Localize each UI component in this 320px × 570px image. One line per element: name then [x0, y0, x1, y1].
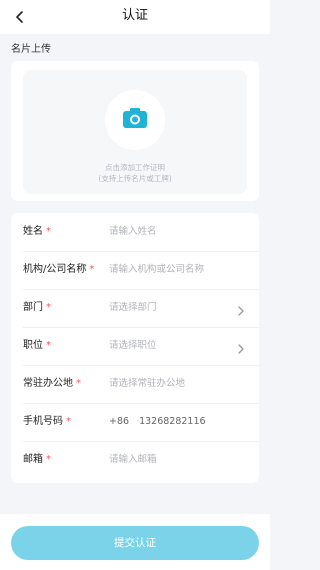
field-department[interactable]: 部门 * 请选择部门 [11, 289, 259, 327]
field-label-text: 职位 [23, 340, 43, 351]
field-name[interactable]: 姓名 * 请输入姓名 [11, 213, 259, 251]
email-input[interactable]: 请输入邮箱 [109, 441, 157, 479]
field-label-text: 邮箱 [23, 454, 43, 465]
top-bar: 认证 [0, 0, 270, 34]
page-title: 认证 [121, 8, 148, 23]
field-position[interactable]: 职位 * 请选择职位 [11, 327, 259, 365]
camera-icon [122, 107, 148, 133]
submit-button[interactable]: 提交认证 [11, 526, 259, 560]
field-label-text: 部门 [23, 302, 43, 313]
required-mark: * [66, 416, 71, 427]
bottom-action-bar: 提交认证 [0, 514, 270, 570]
required-mark: * [46, 454, 51, 465]
chevron-right-icon [235, 302, 247, 316]
upload-hint-primary: 点击添加工作证明 [105, 163, 165, 172]
required-mark: * [46, 340, 51, 351]
field-company[interactable]: 机构/公司名称 * 请输入机构或公司名称 [11, 251, 259, 289]
phone-number-value: 13268282116 [139, 416, 206, 427]
phone-input[interactable]: +86 13268282116 [109, 403, 206, 441]
chevron-right-icon [235, 340, 247, 354]
field-label: 手机号码 * [23, 403, 71, 441]
field-label: 常驻办公地 * [23, 365, 81, 403]
field-phone[interactable]: 手机号码 * +86 13268282116 [11, 403, 259, 441]
required-mark: * [76, 378, 81, 389]
name-input[interactable]: 请输入姓名 [109, 213, 157, 251]
info-form: 姓名 * 请输入姓名 机构/公司名称 * 请输入机构或公司名称 部门 * 请选择部门 … [11, 213, 259, 483]
field-label: 姓名 * [23, 213, 51, 251]
field-label: 机构/公司名称 * [23, 251, 94, 289]
field-label-text: 常驻办公地 [23, 378, 73, 389]
business-card-upload-area[interactable]: 点击添加工作证明 (支持上传名片或工牌) [23, 70, 247, 194]
field-label-text: 手机号码 [23, 416, 63, 427]
field-email[interactable]: 邮箱 * 请输入邮箱 [11, 441, 259, 479]
office-location-select[interactable]: 请选择常驻办公地 [109, 365, 185, 403]
required-mark: * [46, 226, 51, 237]
field-label-text: 姓名 [23, 226, 43, 237]
field-label: 部门 * [23, 289, 51, 327]
field-office-location[interactable]: 常驻办公地 * 请选择常驻办公地 [11, 365, 259, 403]
upload-hint-secondary: (支持上传名片或工牌) [98, 174, 172, 183]
field-label-text: 机构/公司名称 [23, 264, 87, 275]
required-mark: * [46, 302, 51, 313]
field-label: 职位 * [23, 327, 51, 365]
country-code[interactable]: +86 [109, 416, 129, 427]
upload-card: 点击添加工作证明 (支持上传名片或工牌) [11, 61, 259, 201]
company-input[interactable]: 请输入机构或公司名称 [109, 251, 204, 289]
camera-button[interactable] [105, 90, 165, 150]
field-label: 邮箱 * [23, 441, 51, 479]
upload-section-label: 名片上传 [11, 44, 51, 55]
position-select[interactable]: 请选择职位 [109, 327, 157, 365]
required-mark: * [89, 264, 95, 275]
department-select[interactable]: 请选择部门 [109, 289, 157, 327]
